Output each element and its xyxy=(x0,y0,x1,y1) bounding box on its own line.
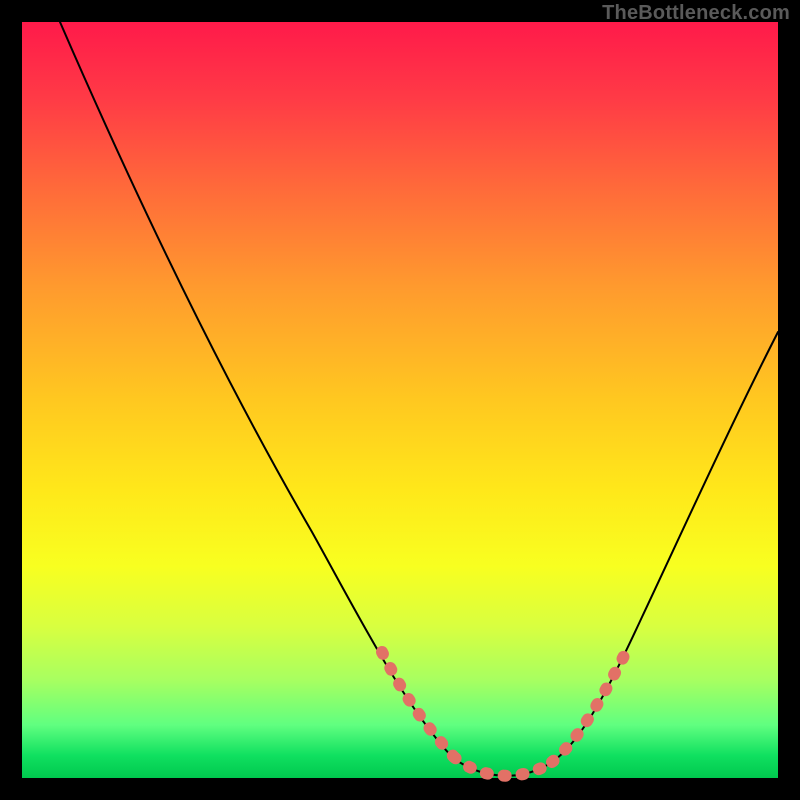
bottleneck-curve xyxy=(60,22,778,776)
left-slope-marker xyxy=(382,652,454,757)
chart-frame: TheBottleneck.com xyxy=(0,0,800,800)
valley-marker xyxy=(454,757,552,776)
right-slope-marker xyxy=(552,652,626,762)
chart-svg xyxy=(22,22,778,778)
